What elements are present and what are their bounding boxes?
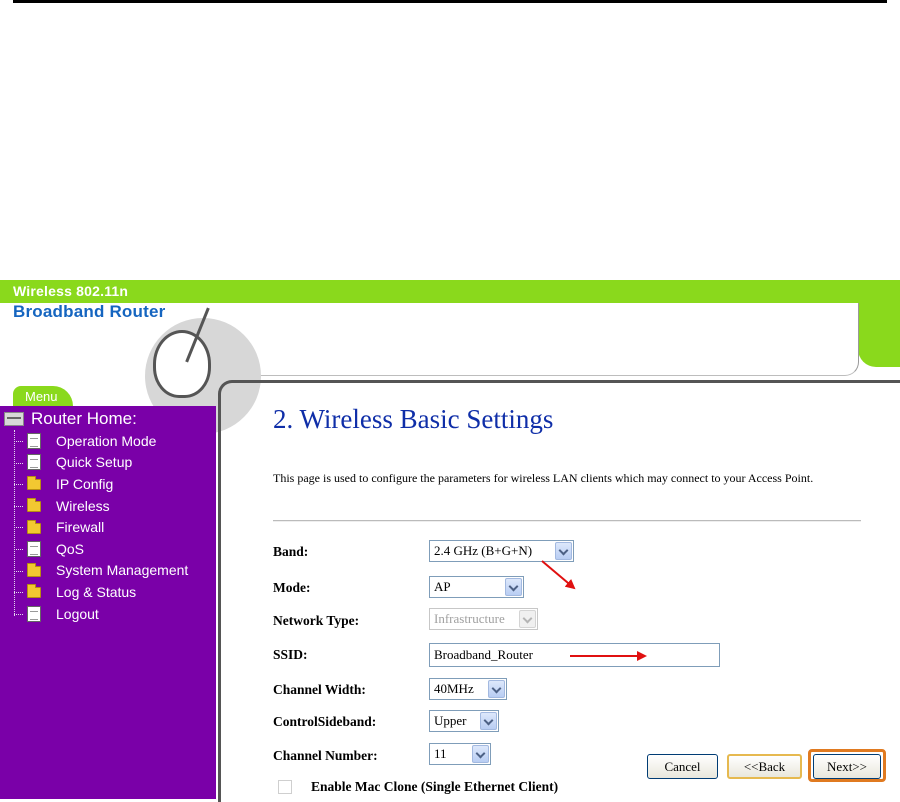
folder-icon (27, 584, 41, 599)
sidebar-item-logout[interactable]: Logout (14, 603, 188, 625)
channel-width-select[interactable]: 40MHz (429, 678, 507, 700)
router-home-link[interactable]: Router Home: (4, 409, 137, 429)
band-label: Band: (273, 544, 309, 559)
router-icon (4, 412, 24, 426)
channel-width-label: Channel Width: (273, 682, 366, 697)
channel-number-label: Channel Number: (273, 748, 378, 763)
page-title: 2. Wireless Basic Settings (273, 404, 554, 434)
control-sideband-label: ControlSideband: (273, 714, 377, 729)
brand-line-1: Wireless 802.11n (13, 283, 129, 299)
logo-ring-icon (153, 330, 211, 398)
sidebar-item-firewall[interactable]: Firewall (14, 516, 188, 538)
menu-tree: Operation Mode Quick Setup IP Config Wir… (14, 430, 188, 624)
ssid-value: Broadband_Router (434, 647, 533, 662)
sidebar-item-qos[interactable]: QoS (14, 538, 188, 560)
control-sideband-select[interactable]: Upper (429, 710, 499, 732)
menu-tab: Menu (13, 386, 73, 406)
sidebar-item-ip-config[interactable]: IP Config (14, 473, 188, 495)
sidebar-item-label: Log & Status (56, 583, 137, 600)
channel-width-value: 40MHz (434, 681, 474, 696)
sidebar-menu: Router Home: Operation Mode Quick Setup … (0, 406, 216, 799)
channel-number-value: 11 (434, 746, 447, 761)
mode-label: Mode: (273, 580, 311, 595)
sidebar-item-label: Wireless (56, 497, 110, 514)
ssid-input[interactable]: Broadband_Router (429, 643, 720, 667)
folder-icon (27, 498, 41, 513)
band-value: 2.4 GHz (B+G+N) (434, 543, 533, 558)
mac-clone-label: Enable Mac Clone (Single Ethernet Client… (311, 779, 559, 794)
control-sideband-value: Upper (434, 713, 467, 728)
band-select[interactable]: 2.4 GHz (B+G+N) (429, 540, 574, 562)
document-icon (27, 432, 41, 449)
document-icon (27, 454, 41, 471)
ssid-label: SSID: (273, 647, 308, 662)
header-corner-accent (858, 303, 900, 367)
network-type-value: Infrastructure (434, 611, 505, 626)
folder-icon (27, 562, 41, 577)
sidebar-item-label: Operation Mode (56, 432, 157, 449)
mac-clone-checkbox[interactable] (278, 780, 292, 794)
mode-value: AP (434, 579, 451, 594)
router-home-label: Router Home: (31, 409, 137, 428)
page-description: This page is used to configure the param… (273, 471, 814, 485)
sidebar-item-operation-mode[interactable]: Operation Mode (14, 430, 188, 452)
header-band (0, 280, 900, 303)
sidebar-item-system-management[interactable]: System Management (14, 560, 188, 582)
sidebar-item-log-status[interactable]: Log & Status (14, 581, 188, 603)
sidebar-item-label: Firewall (56, 519, 105, 536)
sidebar-item-label: IP Config (56, 475, 114, 492)
document-icon (27, 540, 41, 557)
document-icon (27, 605, 41, 622)
network-type-label: Network Type: (273, 613, 360, 628)
header-frame (200, 303, 859, 376)
back-button[interactable]: <<Back (727, 754, 802, 779)
sidebar-item-label: QoS (56, 540, 85, 557)
mode-select[interactable]: AP (429, 576, 524, 598)
sidebar-item-quick-setup[interactable]: Quick Setup (14, 452, 188, 474)
network-type-select: Infrastructure (429, 608, 538, 630)
top-rule (13, 0, 887, 3)
sidebar-item-label: Logout (56, 605, 99, 622)
chevron-down-icon (519, 610, 536, 628)
brand-line-2: Broadband Router (13, 302, 166, 321)
chevron-down-icon (480, 712, 497, 730)
folder-icon (27, 476, 41, 491)
content-frame (218, 380, 900, 802)
sidebar-item-label: Quick Setup (56, 454, 133, 471)
chevron-down-icon (488, 680, 505, 698)
sidebar-item-wireless[interactable]: Wireless (14, 495, 188, 517)
chevron-down-icon (505, 578, 522, 596)
section-divider (273, 520, 861, 522)
folder-icon (27, 519, 41, 534)
sidebar-item-label: System Management (56, 562, 189, 579)
channel-number-select[interactable]: 11 (429, 743, 491, 765)
chevron-down-icon (472, 745, 489, 763)
next-button[interactable]: Next>> (813, 754, 881, 779)
cancel-button[interactable]: Cancel (647, 754, 718, 779)
chevron-down-icon (555, 542, 572, 560)
